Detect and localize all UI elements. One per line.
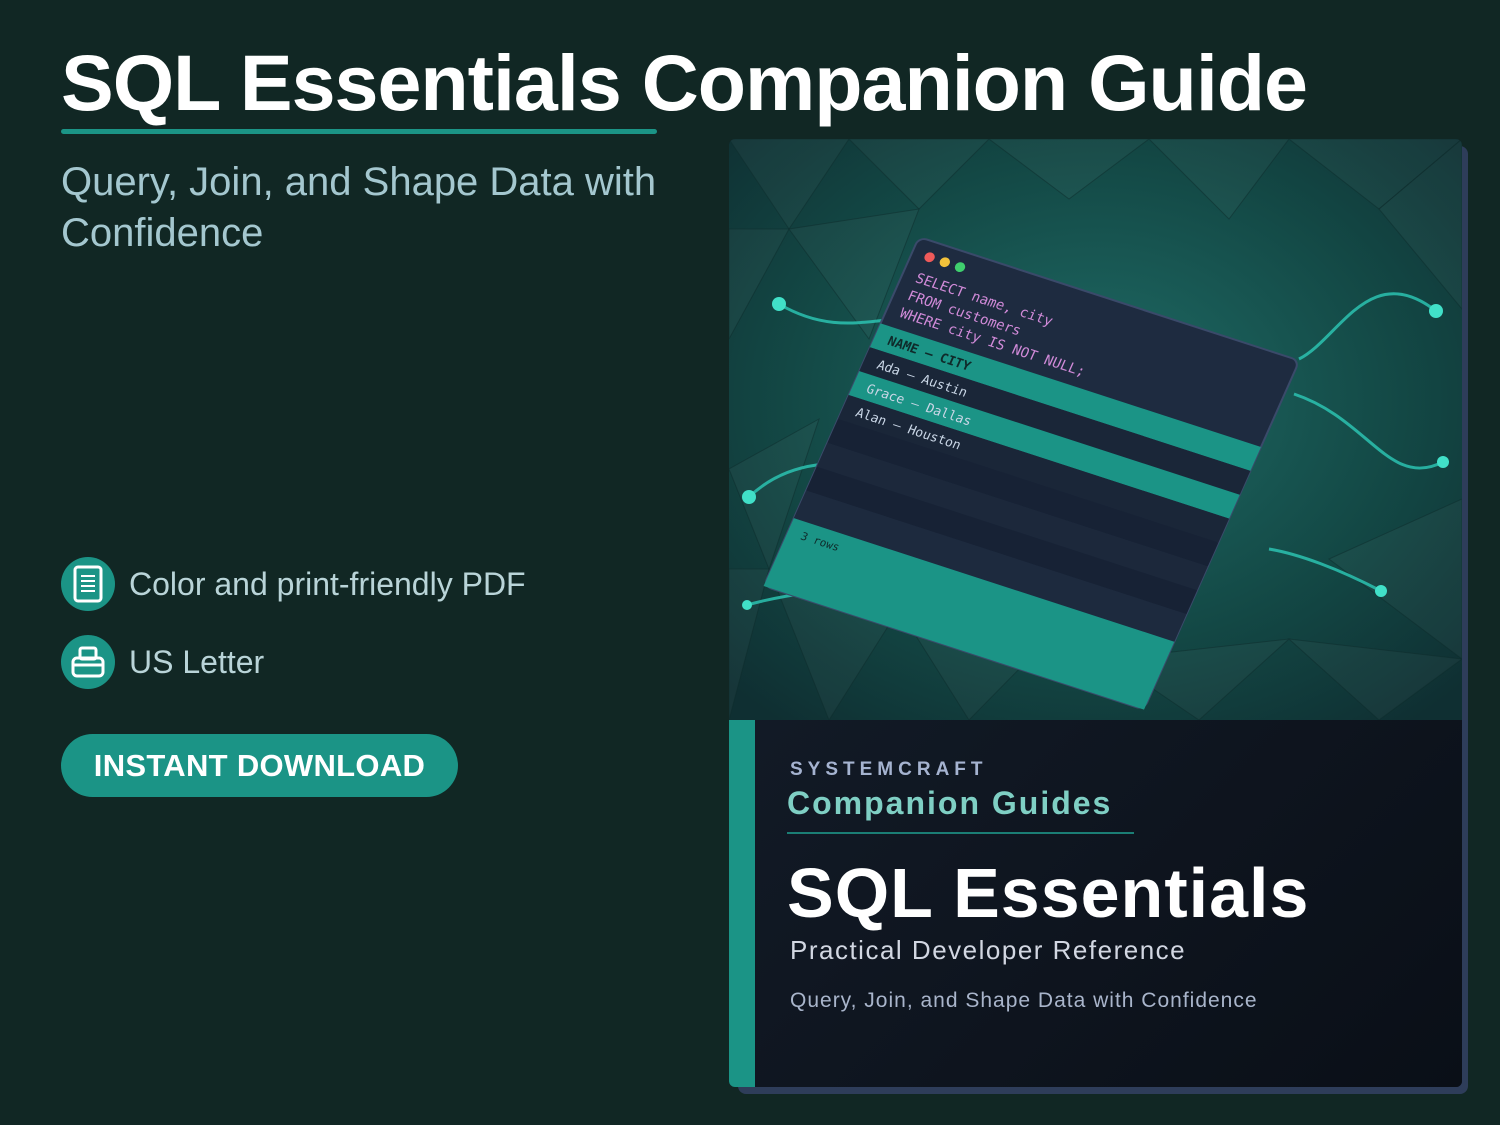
cover-spine [729, 720, 755, 1087]
feature-list: Color and print-friendly PDF US Letter [61, 557, 526, 713]
feature-label: Color and print-friendly PDF [129, 565, 526, 602]
page-subtitle: Query, Join, and Shape Data with Confide… [61, 160, 657, 255]
page-title: SQL Essentials Companion Guide [61, 38, 1308, 127]
book-title: SQL Essentials [787, 854, 1310, 932]
book-subtitle: Practical Developer Reference [790, 935, 1187, 965]
printer-icon [61, 635, 115, 689]
book-cover: SELECT name, city FROM customers WHERE c… [729, 139, 1462, 1087]
series-name: Companion Guides [787, 785, 1113, 821]
instant-download-button[interactable]: INSTANT DOWNLOAD [61, 734, 458, 797]
feature-item-pdf: Color and print-friendly PDF [61, 557, 526, 611]
book-tagline: Query, Join, and Shape Data with Confide… [790, 989, 1258, 1012]
title-underline [61, 129, 657, 134]
series-divider [787, 832, 1134, 834]
publisher-name: SYSTEMCRAFT [790, 759, 988, 780]
document-icon [61, 557, 115, 611]
feature-item-paper-size: US Letter [61, 635, 526, 689]
feature-label: US Letter [129, 643, 265, 680]
cover-illustration: SELECT name, city FROM customers WHERE c… [729, 139, 1462, 720]
